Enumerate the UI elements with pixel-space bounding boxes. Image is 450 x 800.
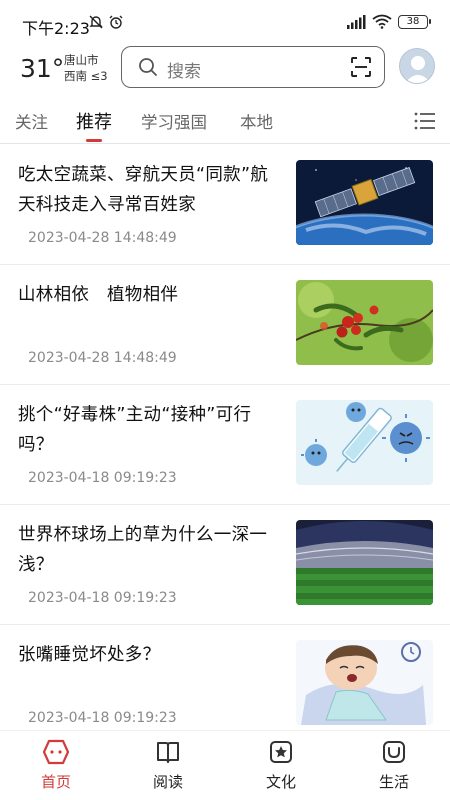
search-icon — [139, 58, 157, 76]
nav-read-label: 阅读 — [152, 773, 183, 791]
news-thumbnail-berries — [296, 280, 433, 365]
category-tabs: 关注 推荐 学习强国 本地 — [0, 100, 450, 144]
battery-icon: 38 — [398, 14, 431, 29]
news-title: 张嘴睡觉坏处多？ — [18, 645, 161, 665]
search-input[interactable]: 搜索 — [121, 46, 385, 88]
user-avatar-icon — [405, 56, 431, 83]
news-thumbnail-satellite — [296, 160, 433, 245]
alarm-icon — [109, 15, 123, 29]
tab-follow[interactable]: 关注 — [15, 109, 48, 133]
nav-home-label: 首页 — [40, 773, 71, 791]
status-time: 下午2:23 — [22, 19, 90, 38]
news-item[interactable]: 吃太空蔬菜、穿航天员“同款”航天科技走入寻常百姓家 2023-04-28 14:… — [0, 145, 450, 265]
status-right: 38 — [346, 14, 431, 29]
signal-icon — [347, 14, 366, 29]
search-placeholder: 搜索 — [167, 62, 201, 82]
nav-read[interactable]: 阅读 — [138, 739, 198, 792]
channel-menu-icon[interactable] — [414, 111, 436, 131]
nav-life[interactable]: 生活 — [364, 739, 424, 792]
news-title: 世界杯球场上的草为什么一深一浅？ — [18, 525, 268, 575]
home-icon — [42, 739, 70, 765]
news-date: 2023-04-18 09:19:23 — [28, 470, 177, 486]
news-date: 2023-04-18 09:19:23 — [28, 710, 177, 726]
news-item[interactable]: 张嘴睡觉坏处多？ 2023-04-18 09:19:23 — [0, 625, 450, 730]
book-icon — [157, 742, 179, 763]
news-date: 2023-04-28 14:48:49 — [28, 350, 177, 366]
tab-recommend[interactable]: 推荐 — [76, 108, 112, 134]
news-title: 吃太空蔬菜、穿航天员“同款”航天科技走入寻常百姓家 — [18, 165, 269, 215]
nav-culture[interactable]: 文化 — [251, 739, 311, 792]
news-title: 挑个“好毒株”主动“接种”可行吗？ — [18, 405, 252, 455]
scan-icon[interactable] — [350, 56, 372, 78]
news-list: 吃太空蔬菜、穿航天员“同款”航天科技走入寻常百姓家 2023-04-28 14:… — [0, 145, 450, 730]
active-tab-indicator — [86, 139, 102, 142]
temperature: 31° — [20, 54, 65, 83]
news-item[interactable]: 山林相依 植物相伴 2023-04-28 14:48:49 — [0, 265, 450, 385]
bottom-nav: 首页 阅读 文化 生活 — [0, 730, 450, 800]
culture-icon — [270, 741, 292, 763]
tab-local[interactable]: 本地 — [240, 109, 273, 133]
news-date: 2023-04-18 09:19:23 — [28, 590, 177, 606]
news-item[interactable]: 世界杯球场上的草为什么一深一浅？ 2023-04-18 09:19:23 — [0, 505, 450, 625]
mute-bell-icon — [89, 15, 103, 29]
news-title: 山林相依 植物相伴 — [18, 285, 179, 305]
weather-location[interactable]: 唐山市 西南 ≤3 — [64, 52, 108, 84]
news-thumbnail-virus — [296, 400, 433, 485]
tab-xuexi-qiangguo[interactable]: 学习强国 — [141, 109, 207, 133]
life-icon — [383, 741, 405, 763]
news-thumbnail-sleeping — [296, 640, 433, 725]
avatar[interactable] — [399, 48, 435, 84]
news-item[interactable]: 挑个“好毒株”主动“接种”可行吗？ 2023-04-18 09:19:23 — [0, 385, 450, 505]
city-name: 唐山市 — [64, 53, 99, 67]
nav-life-label: 生活 — [378, 773, 409, 791]
status-bar: 下午2:23 38 — [0, 0, 450, 44]
header: 31° 唐山市 西南 ≤3 搜索 — [0, 44, 450, 96]
wind-info: 西南 ≤3 — [64, 69, 108, 83]
nav-home[interactable]: 首页 — [26, 739, 86, 792]
status-icons-left — [88, 14, 124, 30]
news-date: 2023-04-28 14:48:49 — [28, 230, 177, 246]
wifi-icon — [372, 14, 392, 29]
news-thumbnail-stadium — [296, 520, 433, 605]
nav-culture-label: 文化 — [265, 773, 296, 791]
